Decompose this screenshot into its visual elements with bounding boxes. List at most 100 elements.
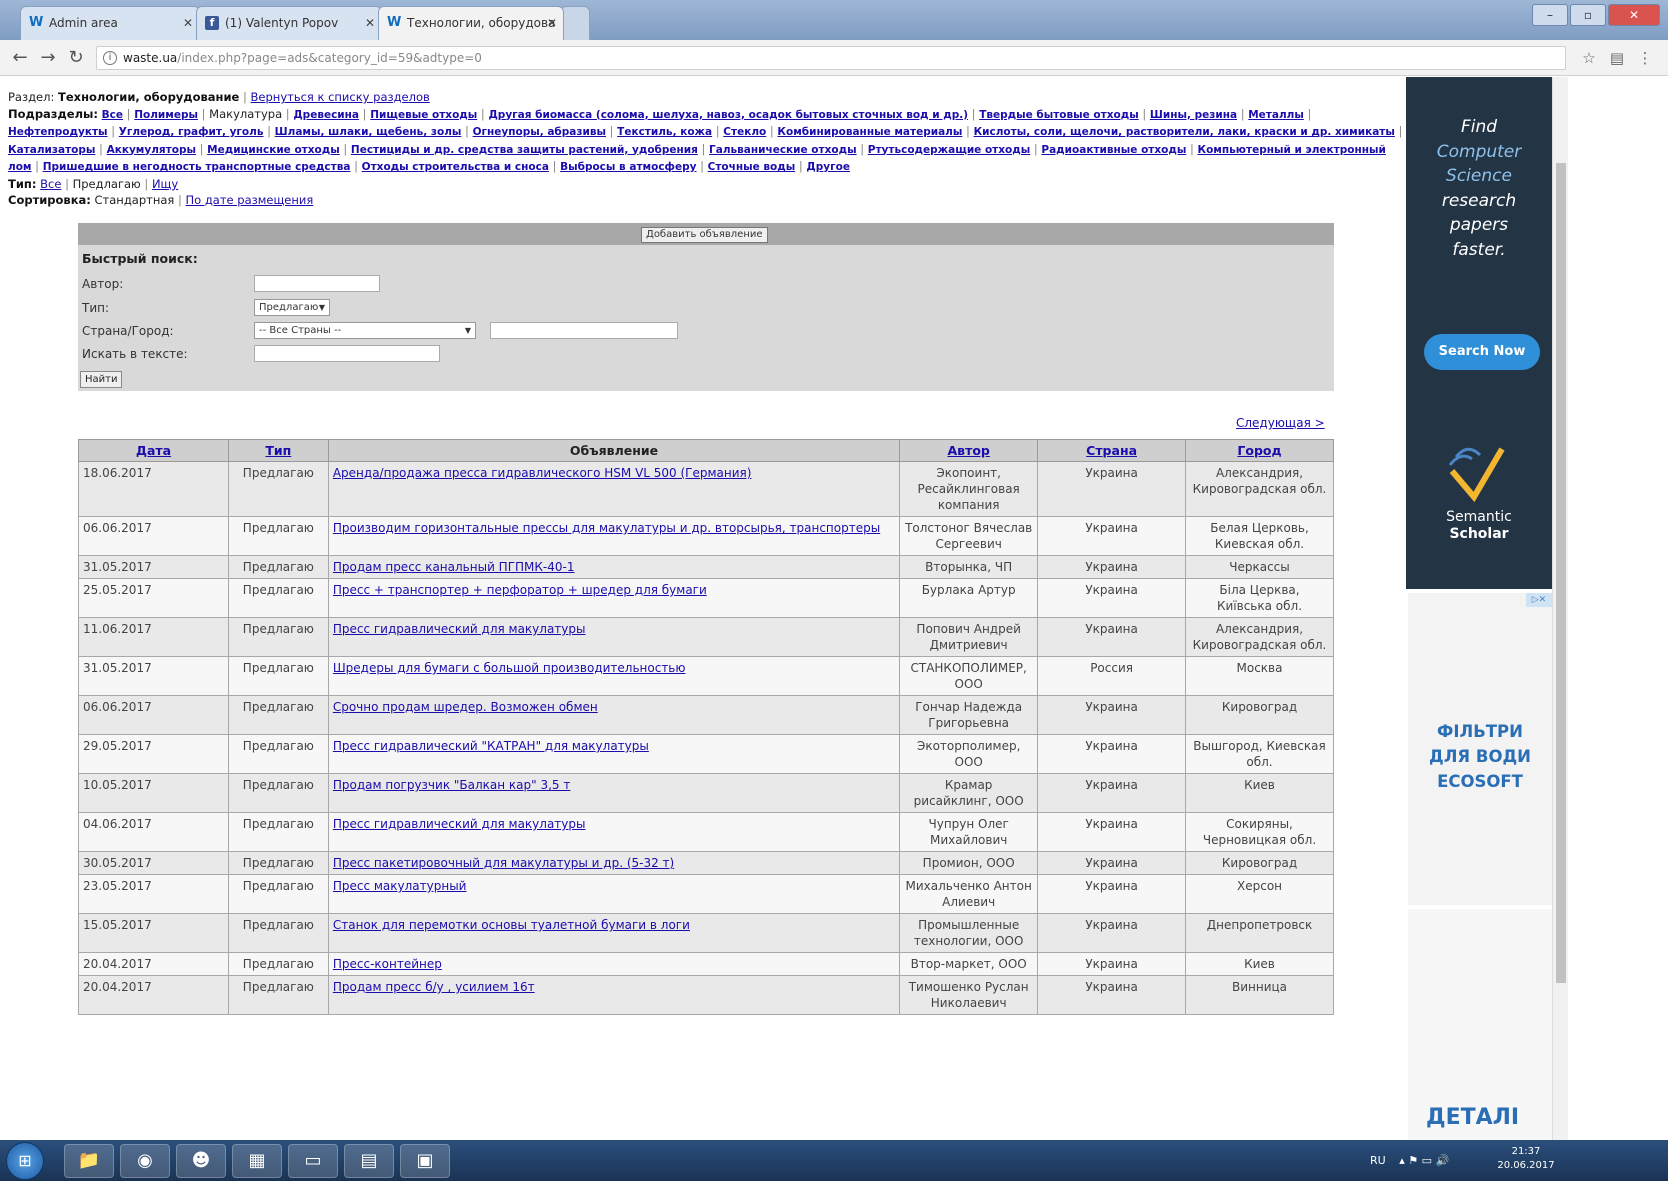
col-type[interactable]: Тип: [227, 439, 329, 462]
ad-link[interactable]: Срочно продам шредер. Возможен обмен: [333, 700, 598, 714]
subsection-link[interactable]: Медицинские отходы: [207, 144, 340, 156]
subsection-link[interactable]: Отходы строительства и сноса: [362, 161, 549, 173]
subsection-link[interactable]: Все: [102, 109, 123, 121]
sort-city-link[interactable]: Город: [1237, 443, 1281, 458]
batman-app-icon[interactable]: ☻: [176, 1144, 226, 1178]
next-page-link[interactable]: Следующая >: [1236, 416, 1325, 430]
ad-link[interactable]: Продам пресс б/у , усилием 16т: [333, 980, 535, 994]
close-tab-icon[interactable]: ✕: [365, 7, 375, 39]
page-scrollbar[interactable]: [1552, 77, 1568, 1140]
ad-link[interactable]: Аренда/продажа пресса гидравлического HS…: [333, 466, 752, 480]
subsection-link[interactable]: Радиоактивные отходы: [1041, 144, 1186, 156]
ad-link[interactable]: Пресс + транспортер + перфоратор + шреде…: [333, 583, 707, 597]
scrollbar-thumb[interactable]: [1556, 163, 1566, 983]
ad-link[interactable]: Шредеры для бумаги с большой производите…: [333, 661, 686, 675]
sort-country-link[interactable]: Страна: [1086, 443, 1137, 458]
subsection-link[interactable]: Полимеры: [134, 109, 198, 121]
extension-icon[interactable]: ▤: [1606, 46, 1628, 70]
back-arrow-icon[interactable]: ←: [8, 46, 32, 70]
subsection-link[interactable]: Шины, резина: [1150, 109, 1237, 121]
subsection-link[interactable]: Аккумуляторы: [107, 144, 196, 156]
col-author[interactable]: Автор: [899, 439, 1039, 462]
col-date[interactable]: Дата: [78, 439, 229, 462]
ad-link[interactable]: Пресс гидравлический для макулатуры: [333, 817, 586, 831]
notepad-icon[interactable]: ▭: [288, 1144, 338, 1178]
type-select[interactable]: Предлагаю: [254, 299, 330, 316]
ad-link[interactable]: Пресс макулатурный: [333, 879, 467, 893]
address-bar[interactable]: i waste.ua/index.php?page=ads&category_i…: [96, 46, 1566, 70]
tray-icons[interactable]: ▴ ⚑ ▭ 🔊: [1399, 1154, 1449, 1167]
subsection-link[interactable]: Кислоты, соли, щелочи, растворители, лак…: [974, 126, 1395, 138]
ad-link[interactable]: Пресс пакетировочный для макулатуры и др…: [333, 856, 674, 870]
forward-arrow-icon[interactable]: →: [36, 46, 60, 70]
chrome-icon[interactable]: ◉: [120, 1144, 170, 1178]
subsection-link[interactable]: Текстиль, кожа: [617, 126, 712, 138]
ad-link[interactable]: Пресс-контейнер: [333, 957, 442, 971]
menu-dots-icon[interactable]: ⋮: [1634, 46, 1656, 70]
type-seek-link[interactable]: Ищу: [152, 177, 178, 191]
details-ad[interactable]: ДЕТАЛІ: [1408, 909, 1552, 1140]
search-now-button[interactable]: Search Now: [1424, 334, 1540, 370]
close-tab-icon[interactable]: ✕: [183, 7, 193, 39]
find-button[interactable]: Найти: [80, 371, 123, 388]
subsection-link[interactable]: Другое: [806, 161, 850, 173]
subsection-link[interactable]: Металлы: [1248, 109, 1304, 121]
image-viewer-icon[interactable]: ▣: [400, 1144, 450, 1178]
tab-admin-area[interactable]: W Admin area ✕: [20, 6, 200, 40]
ad-link[interactable]: Пресс гидравлический для макулатуры: [333, 622, 586, 636]
search-text-input[interactable]: [254, 345, 440, 362]
explorer-icon[interactable]: 📁: [64, 1144, 114, 1178]
col-country[interactable]: Страна: [1037, 439, 1187, 462]
sort-author-link[interactable]: Автор: [947, 443, 989, 458]
subsection-link[interactable]: Ртутьсодержащие отходы: [868, 144, 1030, 156]
subsection-link[interactable]: Пришедшие в негодность транспортные сред…: [43, 161, 351, 173]
adchoices-icon[interactable]: ▷✕: [1526, 593, 1552, 607]
ad-link[interactable]: Пресс гидравлический "КАТРАН" для макула…: [333, 739, 649, 753]
document-icon[interactable]: ▤: [344, 1144, 394, 1178]
subsection-link[interactable]: Нефтепродукты: [8, 126, 108, 138]
subsection-link[interactable]: Пищевые отходы: [370, 109, 477, 121]
start-button-icon[interactable]: ⊞: [6, 1142, 44, 1180]
close-window-icon[interactable]: ✕: [1608, 4, 1660, 26]
tab-facebook[interactable]: f (1) Valentyn Popov ✕: [196, 6, 382, 40]
col-city[interactable]: Город: [1185, 439, 1334, 462]
subsection-link[interactable]: Твердые бытовые отходы: [979, 109, 1139, 121]
language-indicator[interactable]: RU: [1370, 1154, 1386, 1167]
subsection-link[interactable]: Другая биомасса (солома, шелуха, навоз, …: [488, 109, 968, 121]
ad-link[interactable]: Продам погрузчик "Балкан кар" 3,5 т: [333, 778, 571, 792]
type-all-link[interactable]: Все: [40, 177, 61, 191]
subsection-link[interactable]: Древесина: [293, 109, 359, 121]
subsection-link[interactable]: Комбинированные материалы: [777, 126, 962, 138]
semantic-scholar-ad[interactable]: Find Computer Science research papers fa…: [1406, 77, 1552, 589]
subsection-link[interactable]: Огнеупоры, абразивы: [473, 126, 606, 138]
add-ad-button[interactable]: Добавить объявление: [641, 227, 768, 243]
tab-technologies[interactable]: W Технологии, оборудова ✕: [378, 6, 564, 40]
subsection-link[interactable]: Шламы, шлаки, щебень, золы: [275, 126, 462, 138]
back-to-sections-link[interactable]: Вернуться к списку разделов: [251, 90, 430, 104]
city-input[interactable]: [490, 322, 678, 339]
subsection-link[interactable]: Катализаторы: [8, 144, 95, 156]
country-select[interactable]: -- Все Страны --: [254, 322, 476, 339]
subsection-link[interactable]: Углерод, графит, уголь: [119, 126, 264, 138]
new-tab-button[interactable]: [560, 6, 590, 40]
excel-icon[interactable]: ▦: [232, 1144, 282, 1178]
sort-type-link[interactable]: Тип: [265, 443, 291, 458]
info-icon[interactable]: i: [103, 51, 117, 65]
ecosoft-ad[interactable]: ▷✕ ФІЛЬТРИ ДЛЯ ВОДИ ECOSOFT: [1408, 593, 1552, 905]
subsection-link[interactable]: Сточные воды: [708, 161, 796, 173]
subsection-link[interactable]: Стекло: [723, 126, 766, 138]
sort-by-date-link[interactable]: По дате размещения: [186, 193, 314, 207]
bookmark-star-icon[interactable]: ☆: [1578, 46, 1600, 70]
minimize-icon[interactable]: –: [1532, 4, 1568, 26]
subsection-link[interactable]: Гальванические отходы: [709, 144, 857, 156]
sort-date-link[interactable]: Дата: [136, 443, 171, 458]
reload-icon[interactable]: ↻: [64, 46, 88, 70]
maximize-icon[interactable]: ▫: [1570, 4, 1606, 26]
subsection-link[interactable]: Пестициды и др. средства защиты растений…: [351, 144, 698, 156]
ad-link[interactable]: Производим горизонтальные прессы для мак…: [333, 521, 880, 535]
author-input[interactable]: [254, 275, 380, 292]
clock[interactable]: 21:37 20.06.2017: [1496, 1145, 1556, 1173]
ad-link[interactable]: Станок для перемотки основы туалетной бу…: [333, 918, 690, 932]
close-tab-icon[interactable]: ✕: [547, 7, 557, 39]
subsection-link[interactable]: Выбросы в атмосферу: [560, 161, 696, 173]
